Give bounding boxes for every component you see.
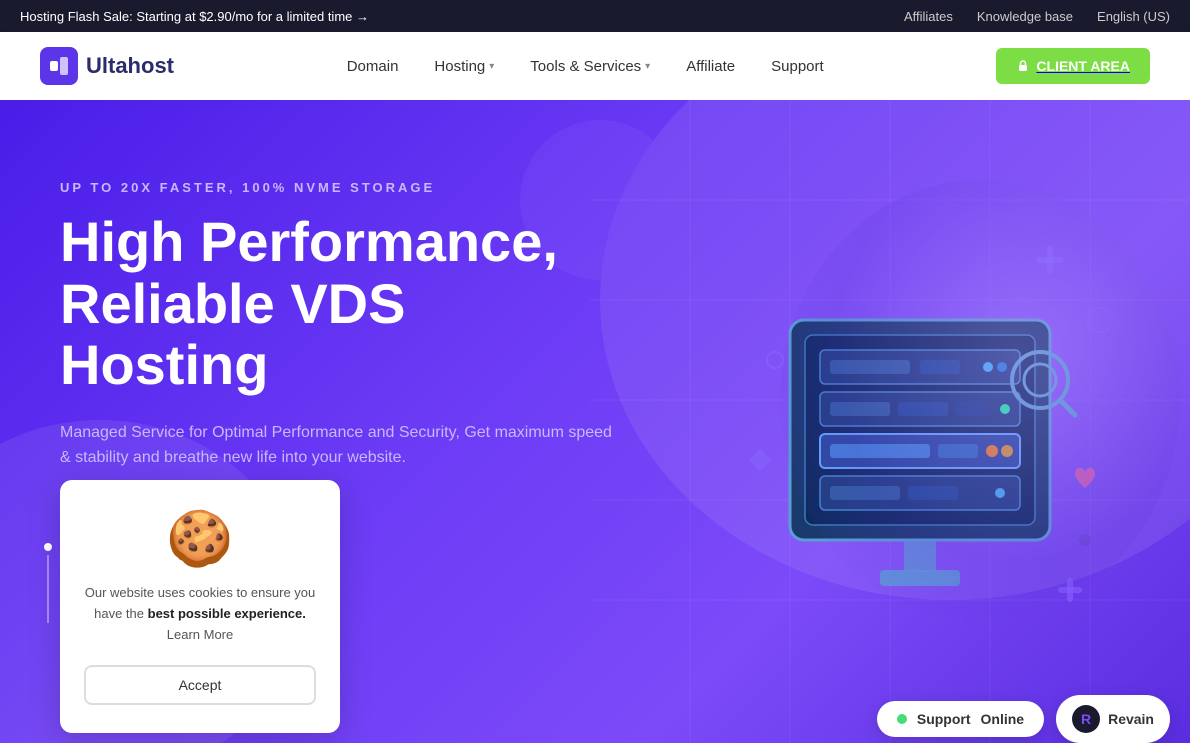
hero-section: UP TO 20X FASTER, 100% NVMe STORAGE High… — [0, 100, 1190, 743]
nav-affiliate-link[interactable]: Affiliate — [672, 50, 749, 83]
cookie-text-after: Learn More — [167, 627, 233, 642]
navbar: Ultahost Domain Hosting ▾ Tools & Servic… — [0, 32, 1190, 100]
nav-item-domain[interactable]: Domain — [333, 50, 413, 83]
nav-item-support[interactable]: Support — [757, 50, 838, 83]
hero-subtitle: UP TO 20X FASTER, 100% NVMe STORAGE — [60, 180, 620, 195]
lock-icon — [1016, 59, 1030, 73]
chevron-down-icon: ▾ — [489, 61, 494, 72]
nav-support-link[interactable]: Support — [757, 50, 838, 83]
promo-banner[interactable]: Hosting Flash Sale: Starting at $2.90/mo… — [20, 9, 369, 24]
nav-item-tools[interactable]: Tools & Services ▾ — [516, 50, 664, 83]
chevron-down-icon: ▾ — [645, 61, 650, 72]
knowledge-base-link[interactable]: Knowledge base — [977, 9, 1073, 24]
promo-text: Hosting Flash Sale: Starting at $2.90/mo… — [20, 9, 369, 24]
support-label: Support — [917, 711, 971, 727]
hero-title-line1: High Performance, — [60, 210, 558, 273]
language-label: English (US) — [1097, 9, 1170, 24]
revain-widget[interactable]: R Revain — [1056, 695, 1170, 743]
top-bar: Hosting Flash Sale: Starting at $2.90/mo… — [0, 0, 1190, 32]
logo-icon — [40, 47, 78, 85]
nav-item-hosting[interactable]: Hosting ▾ — [420, 50, 508, 83]
hero-title-line2: Reliable VDS Hosting — [60, 272, 405, 397]
support-online-indicator — [897, 714, 907, 724]
scroll-dot — [44, 543, 52, 551]
hero-description: Managed Service for Optimal Performance … — [60, 420, 620, 471]
cookie-accept-button[interactable]: Accept — [84, 665, 316, 705]
hero-illustration — [730, 160, 1150, 680]
top-bar-links: Affiliates Knowledge base English (US) — [904, 9, 1170, 24]
cookie-text: Our website uses cookies to ensure you h… — [84, 583, 316, 645]
hero-content: UP TO 20X FASTER, 100% NVMe STORAGE High… — [60, 180, 620, 511]
revain-label: Revain — [1108, 711, 1154, 727]
scroll-line — [47, 555, 49, 623]
nav-tools-link[interactable]: Tools & Services ▾ — [516, 50, 664, 83]
hero-title: High Performance, Reliable VDS Hosting — [60, 211, 620, 396]
revain-logo-icon: R — [1072, 705, 1100, 733]
client-area-label: CLIENT AREA — [1036, 58, 1130, 74]
cookie-text-bold: best possible experience. — [148, 606, 306, 621]
nav-item-affiliate[interactable]: Affiliate — [672, 50, 749, 83]
nav-links: Domain Hosting ▾ Tools & Services ▾ Affi… — [333, 50, 838, 83]
nav-domain-link[interactable]: Domain — [333, 50, 413, 83]
support-status: Online — [981, 711, 1025, 727]
client-area-button[interactable]: CLIENT AREA — [996, 48, 1150, 84]
cookie-popup: 🍪 Our website uses cookies to ensure you… — [60, 480, 340, 733]
bottom-bar: Support Online R Revain — [877, 695, 1170, 743]
language-selector[interactable]: English (US) — [1097, 9, 1170, 24]
support-widget[interactable]: Support Online — [877, 701, 1044, 737]
cookie-icon: 🍪 — [84, 508, 316, 571]
server-svg — [730, 160, 1110, 640]
affiliates-link[interactable]: Affiliates — [904, 9, 953, 24]
nav-hosting-link[interactable]: Hosting ▾ — [420, 50, 508, 83]
logo[interactable]: Ultahost — [40, 47, 174, 85]
logo-text: Ultahost — [86, 53, 174, 79]
